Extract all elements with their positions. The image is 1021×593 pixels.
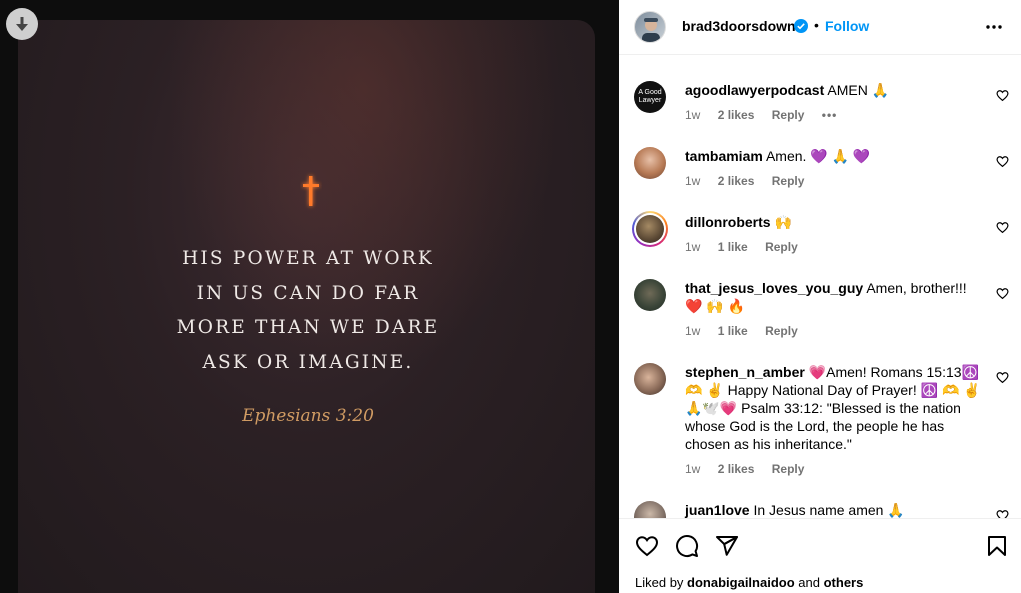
comment-username[interactable]: juan1love (685, 502, 750, 518)
follow-button[interactable]: Follow (825, 18, 869, 34)
more-options-icon[interactable] (985, 19, 1003, 35)
comments-list: A Good Lawyer agoodlawyerpodcast AMEN 🙏 … (619, 56, 1021, 518)
comment-content: Amen. 💜 🙏 💜 (765, 148, 871, 164)
share-icon[interactable] (715, 534, 739, 558)
avatar[interactable] (632, 211, 668, 247)
comment-text: tambamiam Amen. 💜 🙏 💜 (685, 147, 985, 165)
comment-likes[interactable]: 2 likes (718, 462, 755, 476)
avatar[interactable] (634, 501, 666, 518)
comments-panel: brad3doorsdown • Follow A Good Lawyer ag… (619, 0, 1021, 593)
comment-text: dillonroberts 🙌 (685, 213, 985, 231)
post-media-area: HIS POWER AT WORK IN US CAN DO FAR MORE … (0, 0, 619, 593)
comment-meta: 1w 1 like Reply (685, 324, 812, 338)
heart-icon[interactable] (996, 509, 1009, 518)
avatar[interactable]: A Good Lawyer (634, 81, 666, 113)
comment-meta: 1w 1 like Reply (685, 240, 812, 254)
comment-text: stephen_n_amber 💗Amen! Romans 15:13☮️ 🫶 … (685, 363, 985, 453)
liked-by-prefix: Liked by (635, 575, 684, 590)
comment-time: 1w (685, 240, 701, 254)
heart-icon[interactable] (996, 221, 1009, 234)
arrow-down-icon (16, 17, 28, 31)
bookmark-icon[interactable] (985, 534, 1009, 558)
comment-time: 1w (685, 462, 701, 476)
avatar[interactable] (634, 147, 666, 179)
avatar[interactable] (634, 279, 666, 311)
comment-meta: 1w 2 likes Reply ••• (685, 108, 851, 122)
comment-text: juan1love In Jesus name amen 🙏 (685, 501, 985, 518)
comment-likes[interactable]: 1 like (718, 324, 748, 338)
comment-time: 1w (685, 174, 701, 188)
download-button[interactable] (6, 8, 38, 40)
post-image[interactable]: HIS POWER AT WORK IN US CAN DO FAR MORE … (18, 20, 595, 593)
separator-dot: • (814, 17, 819, 33)
verse-text: HIS POWER AT WORK IN US CAN DO FAR MORE … (118, 242, 498, 380)
action-bar: Liked by donabigailnaidoo and others (619, 518, 1021, 593)
post-author-username[interactable]: brad3doorsdown (682, 18, 796, 34)
comment-time: 1w (685, 324, 701, 338)
comment-content: 🙌 (774, 214, 792, 230)
comment-likes[interactable]: 1 like (718, 240, 748, 254)
avatar[interactable] (634, 363, 666, 395)
heart-icon[interactable] (996, 287, 1009, 300)
reply-button[interactable]: Reply (772, 108, 805, 122)
heart-icon[interactable] (996, 371, 1009, 384)
avatar-logo-text: A Good Lawyer (638, 89, 662, 104)
heart-icon[interactable] (996, 89, 1009, 102)
reply-button[interactable]: Reply (772, 462, 805, 476)
comment-username[interactable]: stephen_n_amber (685, 364, 805, 380)
verified-badge-icon (794, 19, 808, 33)
liked-by-others[interactable]: others (824, 575, 864, 590)
comment-more-button[interactable]: ••• (822, 108, 838, 122)
cross-icon (303, 176, 319, 206)
reply-button[interactable]: Reply (765, 240, 798, 254)
comment-time: 1w (685, 108, 701, 122)
comment-username[interactable]: dillonroberts (685, 214, 771, 230)
comment-content: AMEN 🙏 (827, 82, 890, 98)
verse-line: MORE THAN WE DARE (176, 317, 440, 338)
comment-username[interactable]: tambamiam (685, 148, 763, 164)
post-header: brad3doorsdown • Follow (619, 0, 1021, 55)
comment-username[interactable]: agoodlawyerpodcast (685, 82, 824, 98)
verse-reference: Ephesians 3:20 (242, 406, 374, 426)
avatar[interactable] (634, 11, 666, 43)
liked-by-user[interactable]: donabigailnaidoo (687, 575, 795, 590)
comment-meta: 1w 2 likes Reply (685, 462, 818, 476)
verse-line: HIS POWER AT WORK (182, 248, 434, 269)
verse-line: ASK OR IMAGINE. (202, 351, 414, 373)
comment-likes[interactable]: 2 likes (718, 174, 755, 188)
comment-meta: 1w 2 likes Reply (685, 174, 818, 188)
comment-likes[interactable]: 2 likes (718, 108, 755, 122)
comment-username[interactable]: that_jesus_loves_you_guy (685, 280, 863, 296)
verse-line: IN US CAN DO FAR (196, 282, 420, 304)
comment-content: In Jesus name amen 🙏 (753, 502, 905, 518)
comment-icon[interactable] (675, 534, 699, 558)
liked-by-and: and (798, 575, 820, 590)
liked-by-text: Liked by donabigailnaidoo and others (635, 575, 863, 590)
comment-text: agoodlawyerpodcast AMEN 🙏 (685, 81, 985, 99)
comment-text: that_jesus_loves_you_guy Amen, brother!!… (685, 279, 985, 315)
heart-icon[interactable] (996, 155, 1009, 168)
like-heart-icon[interactable] (635, 534, 659, 558)
reply-button[interactable]: Reply (765, 324, 798, 338)
reply-button[interactable]: Reply (772, 174, 805, 188)
